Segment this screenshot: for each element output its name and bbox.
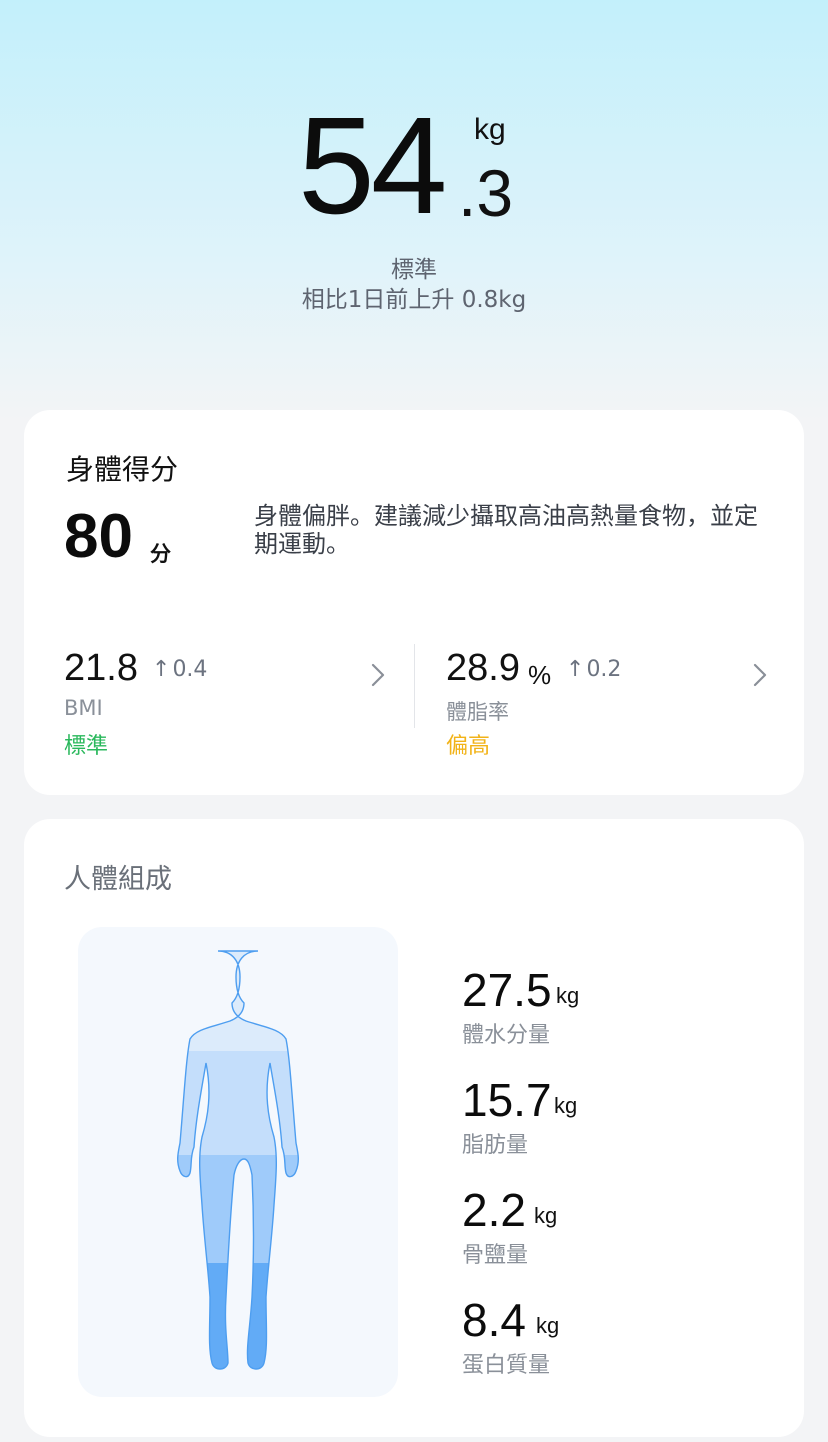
water-label: 體水分量	[462, 1023, 551, 1048]
composition-item-fat: 15.7 kg 脂肪量	[462, 1075, 762, 1165]
composition-item-protein: 8.4 kg 蛋白質量	[462, 1295, 762, 1385]
bone-label: 骨鹽量	[462, 1243, 529, 1268]
metric-divider	[414, 644, 415, 728]
weight-integer: 54	[298, 89, 447, 243]
weight-status: 標準	[391, 257, 437, 283]
body-score-unit: 分	[150, 542, 171, 566]
weight-display: 54 kg .3	[298, 96, 538, 236]
body-figure-panel	[78, 927, 398, 1397]
weight-unit: kg	[474, 113, 506, 146]
bone-value: 2.2	[462, 1184, 526, 1236]
chevron-right-icon[interactable]	[752, 662, 768, 694]
body-score-title: 身體得分	[66, 453, 179, 486]
fat-mass-unit: kg	[554, 1093, 578, 1118]
body-fat-metric[interactable]: 28.9 % ↑0.2 體脂率 偏高	[446, 646, 776, 766]
protein-unit: kg	[536, 1313, 560, 1338]
bmi-change: ↑0.4	[152, 656, 207, 684]
composition-item-water: 27.5 kg 體水分量	[462, 965, 762, 1055]
bmi-metric[interactable]: 21.8 ↑0.4 BMI 標準	[64, 646, 394, 766]
arrow-up-icon: ↑	[152, 657, 171, 682]
weight-header: 54 kg .3 標準 相比1日前上升 0.8kg	[0, 0, 828, 400]
weight-comparison: 相比1日前上升 0.8kg	[301, 287, 527, 313]
arrow-up-icon: ↑	[566, 657, 585, 682]
body-score-value: 80	[64, 502, 133, 571]
protein-value: 8.4	[462, 1294, 526, 1346]
fat-mass-value: 15.7	[462, 1074, 552, 1126]
fat-mass-label: 脂肪量	[462, 1133, 529, 1158]
body-score-card: 身體得分 80 分 身體偏胖。建議減少攝取高油高熱量食物，並定期運動。 21.8…	[24, 410, 804, 795]
bmi-label: BMI	[64, 696, 103, 720]
weight-decimal: .3	[458, 156, 514, 230]
body-figure-icon	[177, 950, 299, 1370]
water-unit: kg	[556, 983, 580, 1008]
bone-unit: kg	[534, 1203, 558, 1228]
body-fat-label: 體脂率	[446, 700, 509, 724]
body-score-description: 身體偏胖。建議減少攝取高油高熱量食物，並定期運動。	[254, 502, 758, 558]
body-fat-unit: %	[528, 660, 552, 690]
body-composition-card: 人體組成 27.5 kg 體水分量 15.7 kg 脂肪量 2.2 kg 骨鹽量…	[24, 819, 804, 1437]
chevron-right-icon[interactable]	[370, 662, 386, 694]
body-fat-value: 28.9	[446, 647, 520, 689]
bmi-value: 21.8	[64, 647, 138, 689]
bmi-change-value: 0.4	[172, 657, 208, 682]
body-fat-change-value: 0.2	[586, 657, 622, 682]
body-fat-change: ↑0.2	[566, 656, 621, 684]
protein-label: 蛋白質量	[462, 1353, 551, 1378]
body-fat-status: 偏高	[446, 734, 491, 759]
composition-item-bone: 2.2 kg 骨鹽量	[462, 1185, 762, 1275]
water-value: 27.5	[462, 964, 552, 1016]
body-composition-title: 人體組成	[64, 864, 172, 895]
bmi-status: 標準	[64, 734, 109, 759]
